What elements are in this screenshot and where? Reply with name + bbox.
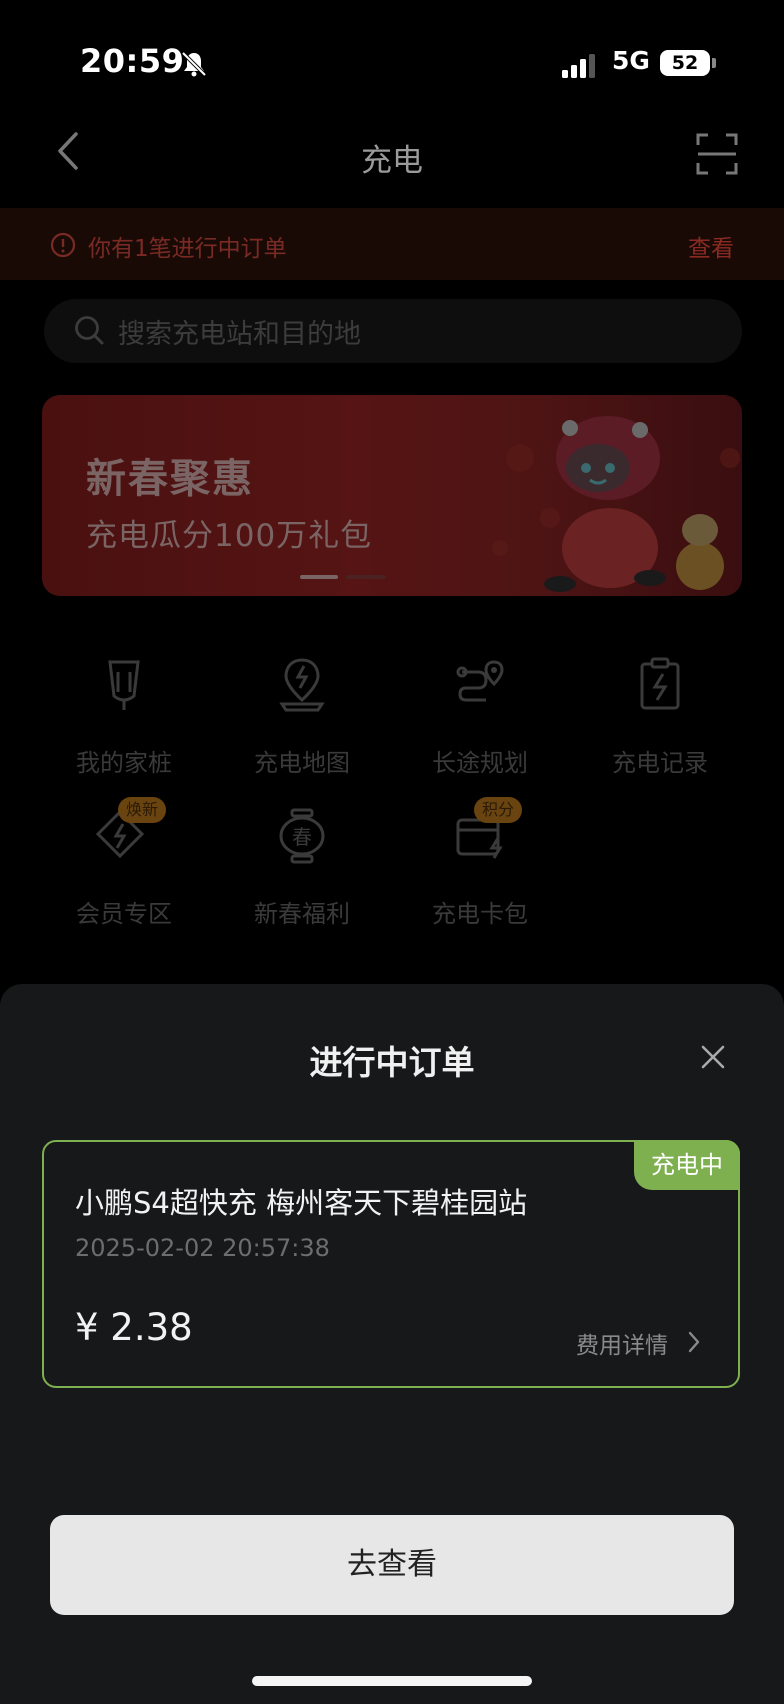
order-price: ¥ 2.38 <box>75 1306 193 1349</box>
banner-subtitle: 充电瓜分100万礼包 <box>86 518 373 554</box>
banner-indicator-active <box>300 575 338 579</box>
banner-title: 新春聚惠 <box>86 456 254 502</box>
view-order-button[interactable]: 去查看 <box>50 1515 734 1615</box>
order-time: 2025-02-02 20:57:38 <box>75 1234 330 1262</box>
home-charger-icon[interactable] <box>100 656 148 712</box>
card-wallet-tag-badge: 积分 <box>474 797 523 823</box>
charging-map-icon[interactable] <box>278 656 326 712</box>
grid-label-card-wallet: 充电卡包 <box>432 900 528 928</box>
network-label: 5G <box>612 46 650 75</box>
grid-label-spring-benefits: 新春福利 <box>254 900 350 928</box>
signal-icon <box>562 54 595 78</box>
home-indicator[interactable] <box>252 1676 532 1686</box>
grid-label-route-plan: 长途规划 <box>432 749 528 777</box>
sheet-title: 进行中订单 <box>309 1043 475 1082</box>
chevron-right-icon[interactable] <box>686 1328 702 1356</box>
status-badge: 充电中 <box>634 1140 740 1190</box>
page-title: 充电 <box>361 143 423 179</box>
grid-label-member: 会员专区 <box>76 900 172 928</box>
bell-muted-icon <box>181 51 207 77</box>
scan-icon[interactable] <box>696 133 738 175</box>
fee-detail-link[interactable]: 费用详情 <box>576 1326 668 1360</box>
banner-indicator <box>346 575 386 579</box>
lion-dance-mascot-image <box>492 416 740 592</box>
member-tag-badge: 焕新 <box>118 797 167 823</box>
notice-text: 你有1笔进行中订单 <box>88 236 287 262</box>
spring-lantern-icon[interactable]: 春 <box>278 808 326 864</box>
battery-icon: 52 <box>660 50 710 76</box>
battery-tip <box>712 58 716 68</box>
station-name: 小鹏S4超快充 梅州客天下碧桂园站 <box>75 1186 528 1220</box>
status-time: 20:59 <box>80 42 185 80</box>
grid-label-home-charger: 我的家桩 <box>76 749 172 777</box>
info-icon <box>50 232 76 258</box>
search-placeholder: 搜索充电站和目的地 <box>118 319 361 350</box>
grid-label-charging-map: 充电地图 <box>254 749 350 777</box>
grid-label-charging-record: 充电记录 <box>612 749 708 777</box>
charging-record-icon[interactable] <box>636 656 684 712</box>
search-icon <box>75 316 104 345</box>
route-plan-icon[interactable] <box>456 656 504 712</box>
svg-text:春: 春 <box>292 825 312 849</box>
close-icon[interactable] <box>698 1042 728 1072</box>
notice-view-link[interactable]: 查看 <box>688 229 734 263</box>
